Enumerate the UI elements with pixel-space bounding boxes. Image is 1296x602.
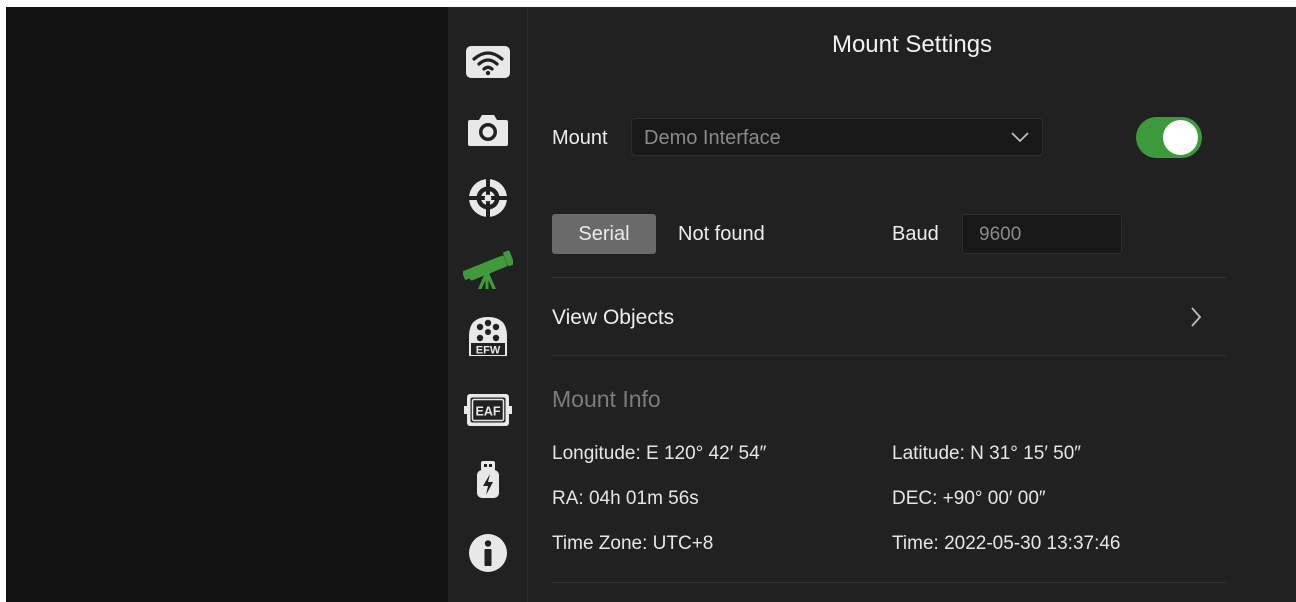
- latitude-value: Latitude: N 31° 15′ 50″: [892, 443, 1082, 464]
- divider: [552, 355, 1226, 356]
- filter-wheel-icon: EFW: [469, 317, 507, 357]
- camera-icon: [468, 115, 508, 146]
- toggle-knob: [1163, 120, 1198, 155]
- dec-value: DEC: +90° 00′ 00″: [892, 488, 1046, 509]
- mount-dropdown-value: Demo Interface: [644, 127, 781, 149]
- sidebar-item-mount[interactable]: [462, 245, 514, 291]
- sidebar-item-wifi[interactable]: [462, 39, 514, 85]
- telescope-icon: [463, 250, 513, 289]
- divider: [552, 582, 1226, 583]
- info-icon: [469, 534, 507, 572]
- timezone-value: Time Zone: UTC+8: [552, 533, 714, 554]
- mount-settings-panel: Mount Settings Mount Demo Interface Seri…: [528, 7, 1296, 602]
- camera-preview: [6, 7, 448, 602]
- wifi-icon: [466, 46, 510, 78]
- sidebar-item-eaf[interactable]: EAF: [462, 387, 514, 433]
- serial-status: Not found: [678, 223, 765, 245]
- settings-sidebar: EFW EAF: [448, 7, 528, 602]
- longitude-value: Longitude: E 120° 42′ 54″: [552, 443, 767, 464]
- view-objects-label: View Objects: [552, 306, 675, 329]
- svg-text:EAF: EAF: [476, 405, 501, 419]
- ra-value: RA: 04h 01m 56s: [552, 488, 699, 509]
- sidebar-item-camera[interactable]: [462, 107, 514, 153]
- sidebar-item-guide[interactable]: [462, 175, 514, 221]
- divider: [552, 277, 1226, 278]
- serial-button[interactable]: Serial: [552, 214, 656, 254]
- app-screen: EFW EAF Mount Settings Mount Demo Interf…: [6, 7, 1296, 602]
- mount-label: Mount: [552, 127, 608, 149]
- mount-info-title: Mount Info: [552, 386, 661, 412]
- view-objects-row[interactable]: View Objects: [552, 279, 1226, 355]
- usb-power-icon: [477, 461, 499, 498]
- mount-dropdown[interactable]: Demo Interface: [631, 118, 1043, 156]
- baud-input-value: 9600: [979, 224, 1022, 245]
- chevron-right-icon: [1191, 307, 1202, 327]
- chevron-down-icon: [1011, 132, 1029, 143]
- svg-text:EFW: EFW: [476, 345, 501, 357]
- page-title: Mount Settings: [831, 31, 993, 58]
- sidebar-item-info[interactable]: [462, 530, 514, 576]
- sidebar-item-efw[interactable]: EFW: [462, 313, 514, 359]
- sidebar-item-usb[interactable]: [462, 457, 514, 503]
- baud-label: Baud: [892, 223, 939, 245]
- mount-enable-toggle[interactable]: [1136, 117, 1202, 158]
- baud-input[interactable]: 9600: [962, 214, 1122, 254]
- focuser-icon: EAF: [464, 394, 512, 426]
- time-value: Time: 2022-05-30 13:37:46: [892, 533, 1121, 554]
- crosshair-icon: [469, 179, 507, 217]
